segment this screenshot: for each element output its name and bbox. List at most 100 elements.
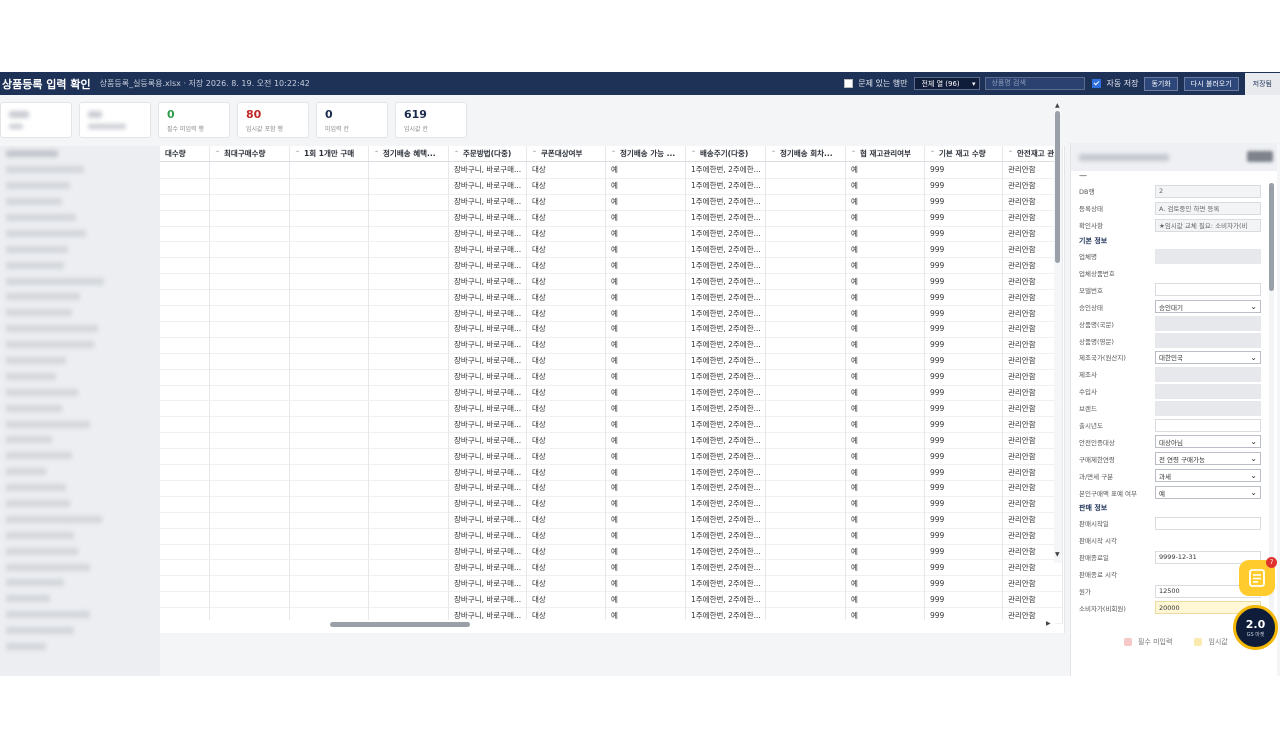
field-select[interactable]: 대한민국 ⌄ xyxy=(1155,350,1261,364)
table-cell[interactable] xyxy=(369,193,449,210)
table-cell[interactable] xyxy=(210,209,290,226)
table-cell[interactable] xyxy=(766,559,846,576)
field-input[interactable] xyxy=(1155,400,1261,416)
table-cell[interactable] xyxy=(160,162,210,178)
table-cell[interactable]: 장바구니, 바로구매... xyxy=(449,321,527,337)
table-cell[interactable]: 장바구니, 바로구매... xyxy=(449,305,527,321)
field-input[interactable] xyxy=(1155,516,1261,530)
table-cell[interactable] xyxy=(766,416,846,433)
table-cell[interactable] xyxy=(160,575,210,592)
table-cell[interactable] xyxy=(290,305,369,321)
table-cell[interactable] xyxy=(160,305,210,321)
table-cell[interactable]: 1주에한번, 2주에한... xyxy=(686,495,766,512)
table-cell[interactable]: 999 xyxy=(925,289,1003,306)
table-cell[interactable] xyxy=(766,305,846,321)
table-cell[interactable]: 대상 xyxy=(527,416,606,433)
table-cell[interactable] xyxy=(290,495,369,512)
table-cell[interactable] xyxy=(290,559,369,576)
table-cell[interactable]: 예 xyxy=(846,336,925,353)
table-cell[interactable]: 예 xyxy=(606,464,686,480)
table-cell[interactable]: 장바구니, 바로구매... xyxy=(449,273,527,290)
table-cell[interactable]: 999 xyxy=(925,257,1003,274)
table-cell[interactable]: 1주에한번, 2주에한... xyxy=(686,257,766,274)
table-cell[interactable]: 999 xyxy=(925,591,1003,608)
column-filter-select[interactable]: 전체 열 (96) ▾ xyxy=(914,77,981,90)
table-cell[interactable]: 999 xyxy=(925,384,1003,401)
table-cell[interactable] xyxy=(160,480,210,496)
table-cell[interactable]: 예 xyxy=(846,400,925,417)
sort-icon[interactable]: ⌃ xyxy=(611,150,616,157)
table-cell[interactable]: 예 xyxy=(606,225,686,242)
table-cell[interactable]: 999 xyxy=(925,480,1003,496)
table-cell[interactable]: 1주에한번, 2주에한... xyxy=(686,321,766,337)
table-cell[interactable] xyxy=(160,257,210,274)
table-cell[interactable]: 999 xyxy=(925,432,1003,449)
table-cell[interactable] xyxy=(290,480,369,496)
table-cell[interactable]: 장바구니, 바로구매... xyxy=(449,575,527,592)
table-cell[interactable]: 999 xyxy=(925,193,1003,210)
table-cell[interactable] xyxy=(160,336,210,353)
table-cell[interactable]: 장바구니, 바로구매... xyxy=(449,257,527,274)
table-cell[interactable] xyxy=(290,575,369,592)
vertical-scrollbar[interactable]: ▲ ▼ xyxy=(1054,102,1062,563)
product-name-cell[interactable] xyxy=(0,273,160,289)
table-cell[interactable]: 예 xyxy=(606,384,686,401)
sort-icon[interactable]: ⌃ xyxy=(454,150,459,157)
table-cell[interactable]: 장바구니, 바로구매... xyxy=(449,416,527,433)
field-input[interactable] xyxy=(1155,333,1261,349)
table-cell[interactable]: 999 xyxy=(925,495,1003,512)
table-cell[interactable] xyxy=(369,448,449,465)
table-cell[interactable]: 대상 xyxy=(527,448,606,465)
table-cell[interactable]: 장바구니, 바로구매... xyxy=(449,495,527,512)
autosave-checkbox[interactable] xyxy=(1092,79,1102,88)
search-input[interactable]: 상품명 검색 xyxy=(985,77,1086,90)
table-cell[interactable] xyxy=(766,177,846,194)
product-name-cell[interactable] xyxy=(0,400,160,416)
table-cell[interactable] xyxy=(369,273,449,290)
table-cell[interactable]: 예 xyxy=(606,305,686,321)
field-input[interactable] xyxy=(1155,418,1261,432)
table-row[interactable]: 장바구니, 바로구매... 대상 예 1주에한번, 2주에한... 예 999 관리안함 xyxy=(160,273,1063,291)
table-cell[interactable]: 999 xyxy=(925,527,1003,544)
table-cell[interactable]: 대상 xyxy=(527,527,606,544)
table-cell[interactable]: 장바구니, 바로구매... xyxy=(449,368,527,385)
table-cell[interactable] xyxy=(766,162,846,178)
product-name-cell[interactable] xyxy=(0,527,160,543)
table-cell[interactable] xyxy=(369,511,449,528)
table-cell[interactable] xyxy=(160,289,210,306)
table-cell[interactable] xyxy=(210,336,290,353)
summary-card-temp-rows[interactable]: 80 임시값 포함 행 xyxy=(237,102,309,138)
product-name-cell[interactable] xyxy=(0,448,160,464)
table-cell[interactable]: 장바구니, 바로구매... xyxy=(449,225,527,242)
scrollbar-thumb[interactable] xyxy=(1055,111,1060,263)
scroll-up-icon[interactable]: ▲ xyxy=(1055,102,1060,109)
table-cell[interactable] xyxy=(369,368,449,385)
table-cell[interactable]: 999 xyxy=(925,162,1003,178)
table-row[interactable]: 장바구니, 바로구매... 대상 예 1주에한번, 2주에한... 예 999 관리안함 xyxy=(160,495,1063,513)
table-cell[interactable] xyxy=(290,193,369,210)
table-cell[interactable]: 예 xyxy=(606,495,686,512)
table-cell[interactable] xyxy=(210,543,290,560)
table-cell[interactable] xyxy=(369,432,449,449)
problem-rows-toggle[interactable]: 문제 있는 행만 xyxy=(844,78,907,89)
sort-icon[interactable]: ⌃ xyxy=(771,150,776,157)
detail-scrollbar[interactable] xyxy=(1269,183,1274,613)
table-cell[interactable]: 예 xyxy=(846,591,925,608)
table-cell[interactable] xyxy=(160,321,210,337)
table-cell[interactable] xyxy=(766,527,846,544)
table-cell[interactable]: 예 xyxy=(846,289,925,306)
table-cell[interactable] xyxy=(290,177,369,194)
table-cell[interactable]: 999 xyxy=(925,559,1003,576)
table-cell[interactable]: 대상 xyxy=(527,257,606,274)
table-cell[interactable]: 대상 xyxy=(527,368,606,385)
table-cell[interactable]: 예 xyxy=(846,209,925,226)
table-cell[interactable] xyxy=(766,464,846,480)
table-cell[interactable] xyxy=(160,543,210,560)
table-cell[interactable] xyxy=(369,336,449,353)
table-cell[interactable] xyxy=(290,273,369,290)
table-row[interactable]: 장바구니, 바로구매... 대상 예 1주에한번, 2주에한... 예 999 관리안함 xyxy=(160,305,1063,322)
table-cell[interactable] xyxy=(210,225,290,242)
table-cell[interactable]: 장바구니, 바로구매... xyxy=(449,289,527,306)
table-cell[interactable]: 대상 xyxy=(527,241,606,258)
table-cell[interactable] xyxy=(160,416,210,433)
